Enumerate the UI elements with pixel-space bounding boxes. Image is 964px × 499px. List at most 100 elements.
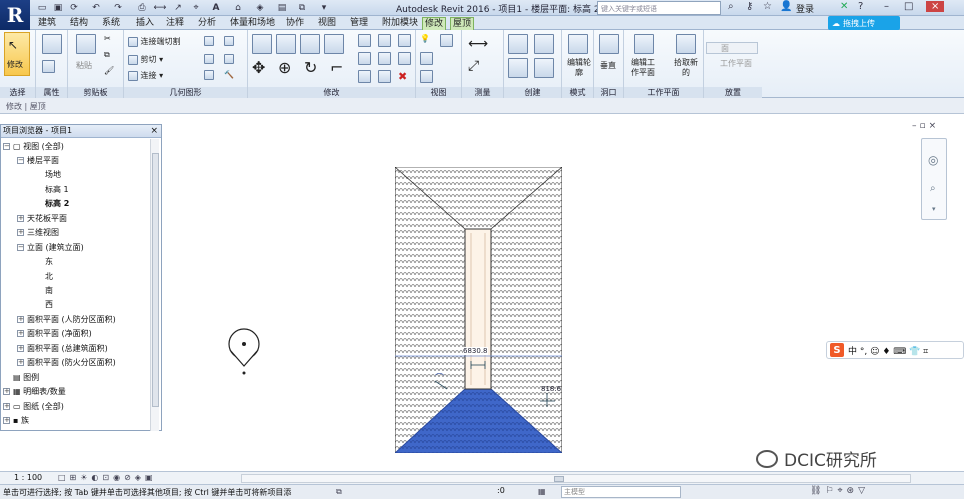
ime-toolbar[interactable]: S 中 °, ☺ ♦ ⌨ 👕 ⌗ [826,341,964,359]
rotate-icon[interactable]: ↻ [304,58,317,77]
linework-icon[interactable] [420,52,433,65]
tab-analyze[interactable]: 分析 [196,17,218,30]
hammer-icon[interactable]: 🔨 [224,70,234,79]
tree-item-north[interactable]: 北 [45,270,53,283]
cut-clip-icon[interactable]: ✂ [104,34,111,43]
tree-item-area-net[interactable]: + 面积平面 (净面积) [17,327,92,340]
copy-icon[interactable]: ⧉ [104,50,110,60]
vertical-opening-icon[interactable] [599,34,619,54]
redo-icon[interactable]: ↷ [112,2,124,14]
tab-view[interactable]: 视图 [316,17,338,30]
pick-new-icon[interactable] [676,34,696,54]
demolish-icon[interactable] [204,70,214,80]
split-icon[interactable] [358,34,371,47]
dimension-width-label[interactable]: 6830.8 [463,347,488,355]
thin-lines-icon[interactable]: ▤ [276,2,288,14]
view-scale[interactable]: 1 : 100 [14,473,42,482]
place-face-button[interactable]: 面 [706,42,758,54]
measure-icon[interactable]: ⟷ [154,2,167,14]
view-filter-icon[interactable] [420,70,433,83]
tree-item-families[interactable]: + ▪ 族 [3,414,29,427]
pick-new-button[interactable]: 拾取新的 [674,58,698,78]
tab-architecture[interactable]: 建筑 [36,17,58,30]
create-group-icon[interactable] [508,58,528,78]
close-windows-icon[interactable]: ⧉ [296,2,308,14]
save-icon[interactable]: ▣ [52,2,64,14]
favorites-star-icon[interactable]: ☆ [763,1,772,12]
create-assembly-icon[interactable] [508,34,528,54]
match-properties-icon[interactable]: 🖌 [104,66,114,75]
type-properties-button[interactable] [42,60,55,73]
search-input[interactable]: 键入关键字或短语 [597,1,721,15]
split-face-icon[interactable] [204,54,214,64]
split-gap-icon[interactable] [378,34,391,47]
wall-joins-icon[interactable] [204,36,214,46]
aligned-dimension-icon[interactable]: ⤢ [468,58,479,74]
edit-workplane-button[interactable]: 编辑工作平面 [628,58,658,78]
tree-item-elevations[interactable]: − 立面 (建筑立面) [17,241,84,254]
help-icon[interactable]: ? [858,1,863,12]
mirror-draw-icon[interactable] [324,34,344,54]
array-icon[interactable] [358,52,371,65]
steering-wheel-icon[interactable]: ◎ [928,153,938,167]
dimension-right-label[interactable]: 818.6 [541,385,561,393]
tab-systems[interactable]: 系统 [100,17,122,30]
upload-button[interactable]: ☁ 拖拽上传 [828,16,900,30]
tree-item-level-1[interactable]: 标高 1 [45,183,69,196]
navbar-menu-icon[interactable]: ▾ [932,205,936,213]
edit-profile-button[interactable]: 编辑轮廓 [566,58,592,78]
delete-icon[interactable]: ✖ [398,70,407,83]
browser-scroll-thumb[interactable] [152,153,159,407]
selection-options-icons[interactable]: ⛓⚐⌖⊛▽ [810,486,869,496]
tree-item-legends[interactable]: ▤ 图例 [13,371,39,384]
move-icon[interactable]: ✥ [252,58,265,77]
elevation-marker-icon[interactable] [226,326,262,376]
hide-icon[interactable] [440,34,453,47]
tree-item-views[interactable]: − ▢ 视图 (全部) [3,140,64,153]
edit-profile-icon[interactable] [568,34,588,54]
create-similar-icon[interactable] [534,58,554,78]
user-icon[interactable]: 👤 [780,1,792,12]
tree-item-level-2[interactable]: 标高 2 [45,197,69,210]
zoom-icon[interactable]: ⌕ [930,183,936,194]
design-options-icon[interactable]: ▦ [538,487,546,496]
tab-collaborate[interactable]: 协作 [284,17,306,30]
tab-massing-site[interactable]: 体量和场地 [228,17,277,30]
workset-icon[interactable]: ⧉ [336,487,342,497]
app-logo-button[interactable]: R [0,0,30,30]
minimize-icon[interactable]: – [884,1,889,12]
copy-element-icon[interactable]: ⊕ [278,58,291,77]
align-icon[interactable] [252,34,272,54]
drawing-canvas[interactable] [162,114,964,471]
unpin-icon[interactable] [398,52,411,65]
model-selector[interactable]: 主模型 [561,486,681,498]
open-icon[interactable]: ▭ [36,2,48,14]
remove-paint-icon[interactable] [224,54,234,64]
maximize-icon[interactable]: □ [904,1,913,12]
binoculars-icon[interactable]: ⌕ [728,1,734,12]
tag-icon[interactable]: ⌖ [190,2,202,14]
view-window-controls[interactable]: –▫× [912,121,939,131]
scale-icon[interactable] [378,52,391,65]
paste-button[interactable] [76,34,96,54]
login-button[interactable]: 登录 [796,2,814,15]
undo-icon[interactable]: ↶ [90,2,102,14]
tree-item-area-civil-defense[interactable]: + 面积平面 (人防分区面积) [17,313,116,326]
vertical-opening-button[interactable]: 垂直 [600,60,616,71]
extend-icon[interactable] [378,70,391,83]
tab-structure[interactable]: 结构 [68,17,90,30]
close-icon[interactable]: × [926,1,945,12]
pin-icon[interactable] [398,34,411,47]
tab-manage[interactable]: 管理 [348,17,370,30]
exchange-apps-icon[interactable]: ✕ [840,1,848,12]
tree-item-south[interactable]: 南 [45,284,53,297]
browser-close-icon[interactable]: × [150,125,158,137]
tree-item-3d-views[interactable]: + 三维视图 [17,226,59,239]
subscription-icon[interactable]: ⚷ [746,1,753,12]
tab-annotate[interactable]: 注释 [164,17,186,30]
mirror-axis-icon[interactable] [300,34,320,54]
override-graphics-icon[interactable]: 💡 [420,34,430,43]
tree-item-area-gross[interactable]: + 面积平面 (总建筑面积) [17,342,108,355]
customize-qat-icon[interactable]: ▾ [318,2,330,14]
tab-insert[interactable]: 插入 [134,17,156,30]
